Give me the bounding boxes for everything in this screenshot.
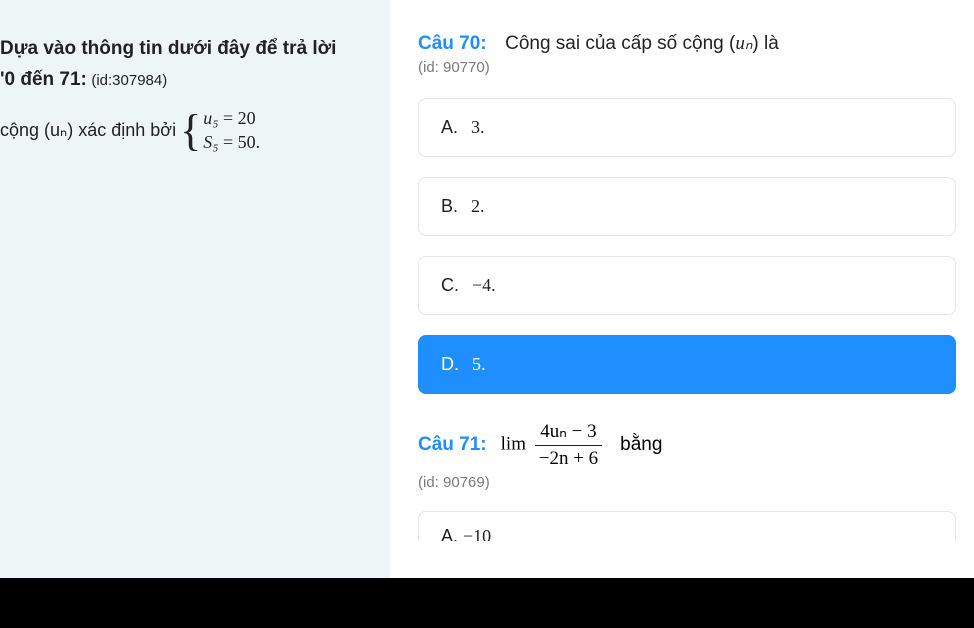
q71-id: (id: 90769) xyxy=(418,474,956,491)
q70-label: Câu 70: xyxy=(418,33,487,54)
option-b[interactable]: B. 2. xyxy=(418,177,956,236)
context-id: (id:307984) xyxy=(91,72,167,89)
formula-prefix: cộng (uₙ) xác định bởi xyxy=(0,120,176,141)
fraction: 4uₙ − 3 −2n + 6 xyxy=(535,420,602,470)
case1-rhs: 20 xyxy=(238,108,256,128)
option-value: 5. xyxy=(472,354,486,374)
q70-un: uₙ xyxy=(735,33,752,54)
q70-options: A. 3. B. 2. C. −4. D. 5. xyxy=(418,98,956,394)
bottom-black-bar xyxy=(0,578,974,628)
q70-header: Câu 70: Công sai của cấp số cộng (uₙ) là… xyxy=(418,32,956,76)
option-d[interactable]: D. 5. xyxy=(418,335,956,394)
q71-tail: bằng xyxy=(620,434,662,456)
q71-math: lim 4uₙ − 3 −2n + 6 xyxy=(501,420,607,470)
formula-cases: { u₅ = 20 S₅ = 50. xyxy=(180,106,260,155)
app-frame: Dựa vào thông tin dưới đây để trả lời '0… xyxy=(0,0,974,578)
option-c[interactable]: C. −4. xyxy=(418,256,956,315)
q71-label: Câu 71: xyxy=(418,434,487,456)
case-line-1: u₅ = 20 xyxy=(203,106,260,130)
lim-text: lim xyxy=(501,433,526,454)
q70-text-pre: Công sai của cấp số cộng ( xyxy=(505,33,735,54)
option-a[interactable]: A. 3. xyxy=(418,98,956,157)
option-letter: A. xyxy=(441,526,458,541)
q70-id: (id: 90770) xyxy=(418,59,956,76)
option-value: −10 xyxy=(463,526,491,541)
context-title-line1: Dựa vào thông tin dưới đây để trả lời xyxy=(0,35,370,64)
option-value: 3. xyxy=(471,117,485,137)
option-value: −4. xyxy=(472,275,496,295)
cases-lines: u₅ = 20 S₅ = 50. xyxy=(203,106,260,155)
q71-block: Câu 71: lim 4uₙ − 3 −2n + 6 bằng (id: 90… xyxy=(418,420,956,541)
option-letter: B. xyxy=(441,196,458,216)
option-letter: C. xyxy=(441,275,459,295)
question-panel: Câu 70: Công sai của cấp số cộng (uₙ) là… xyxy=(390,0,974,578)
case2-rhs: 50 xyxy=(238,132,256,152)
q71-option-a-peek[interactable]: A. −10 xyxy=(418,511,956,541)
option-letter: D. xyxy=(441,354,459,374)
case2-lhs: S₅ xyxy=(203,132,218,152)
case-line-2: S₅ = 50. xyxy=(203,130,260,154)
option-value: 2. xyxy=(471,196,485,216)
left-brace-icon: { xyxy=(180,113,201,148)
context-title-line2: '0 đến 71: (id:307984) xyxy=(0,66,370,95)
context-range: '0 đến 71: xyxy=(0,69,87,90)
context-panel: Dựa vào thông tin dưới đây để trả lời '0… xyxy=(0,0,390,578)
q70-text-post: ) là xyxy=(752,33,778,54)
context-formula: cộng (uₙ) xác định bởi { u₅ = 20 S₅ = 50… xyxy=(0,106,370,155)
case1-lhs: u₅ xyxy=(203,108,218,128)
fraction-den: −2n + 6 xyxy=(535,446,602,470)
option-letter: A. xyxy=(441,117,458,137)
q70-text: Công sai của cấp số cộng (uₙ) là xyxy=(505,33,779,54)
q71-line: Câu 71: lim 4uₙ − 3 −2n + 6 bằng xyxy=(418,420,956,470)
fraction-num: 4uₙ − 3 xyxy=(535,420,602,446)
